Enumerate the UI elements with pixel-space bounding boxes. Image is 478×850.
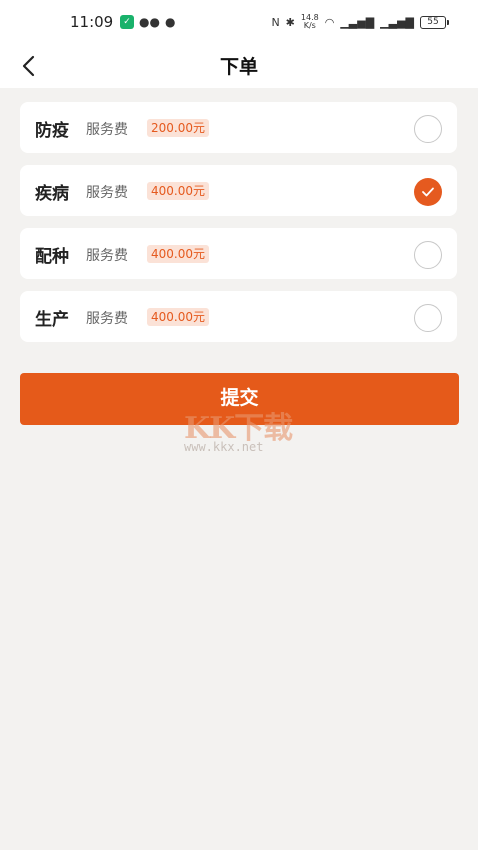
price-badge: 400.00元	[147, 182, 209, 200]
message-icon: ●	[164, 15, 176, 29]
checkmark-icon	[422, 187, 434, 197]
app-notification-icon: ✓	[120, 15, 134, 29]
option-name: 疾病	[35, 184, 69, 204]
option-card-prevention[interactable]: 防疫 服务费 200.00元	[20, 102, 457, 153]
price-badge: 400.00元	[147, 245, 209, 263]
battery-level: 55	[427, 16, 439, 27]
radio-button[interactable]	[414, 304, 442, 332]
wifi-icon: ◠	[324, 15, 335, 29]
option-card-breeding[interactable]: 配种 服务费 400.00元	[20, 228, 457, 279]
nav-header: 下单	[0, 44, 478, 88]
radio-button[interactable]	[414, 115, 442, 143]
page-title: 下单	[219, 56, 258, 78]
bluetooth-icon: ✱	[285, 15, 295, 29]
watermark-url: www.kkx.net	[184, 440, 264, 454]
notification-icons: ✓ ●● ●	[120, 15, 175, 29]
signal-5g-icon: ▁▃▅▇	[340, 15, 375, 29]
fee-label: 服务费	[86, 185, 128, 201]
status-bar: 11:09 ✓ ●● ● N ✱ 14.8 K/s ◠ ▁▃▅▇ ▁▃▅▇ 55	[0, 0, 478, 44]
price-badge: 200.00元	[147, 119, 209, 137]
network-speed: 14.8 K/s	[300, 13, 319, 30]
battery-icon: 55	[420, 15, 449, 29]
option-card-production[interactable]: 生产 服务费 400.00元	[20, 291, 457, 342]
fee-label: 服务费	[86, 248, 128, 264]
price-badge: 400.00元	[147, 308, 209, 326]
fee-label: 服务费	[86, 122, 128, 138]
signal-icon: ▁▃▅▇	[380, 15, 414, 29]
radio-button-checked[interactable]	[414, 178, 442, 206]
option-card-disease[interactable]: 疾病 服务费 400.00元	[20, 165, 457, 216]
option-name: 配种	[35, 247, 69, 267]
status-time: 11:09	[70, 13, 114, 31]
wechat-icon: ●●	[139, 15, 160, 29]
option-name: 生产	[35, 310, 69, 330]
watermark: KK下载 www.kkx.net	[184, 403, 304, 455]
system-icons: N ✱ 14.8 K/s ◠ ▁▃▅▇ ▁▃▅▇ 55	[271, 13, 449, 30]
fee-label: 服务费	[86, 311, 128, 327]
option-name: 防疫	[35, 121, 69, 141]
nfc-icon: N	[271, 15, 280, 29]
radio-button[interactable]	[414, 241, 442, 269]
